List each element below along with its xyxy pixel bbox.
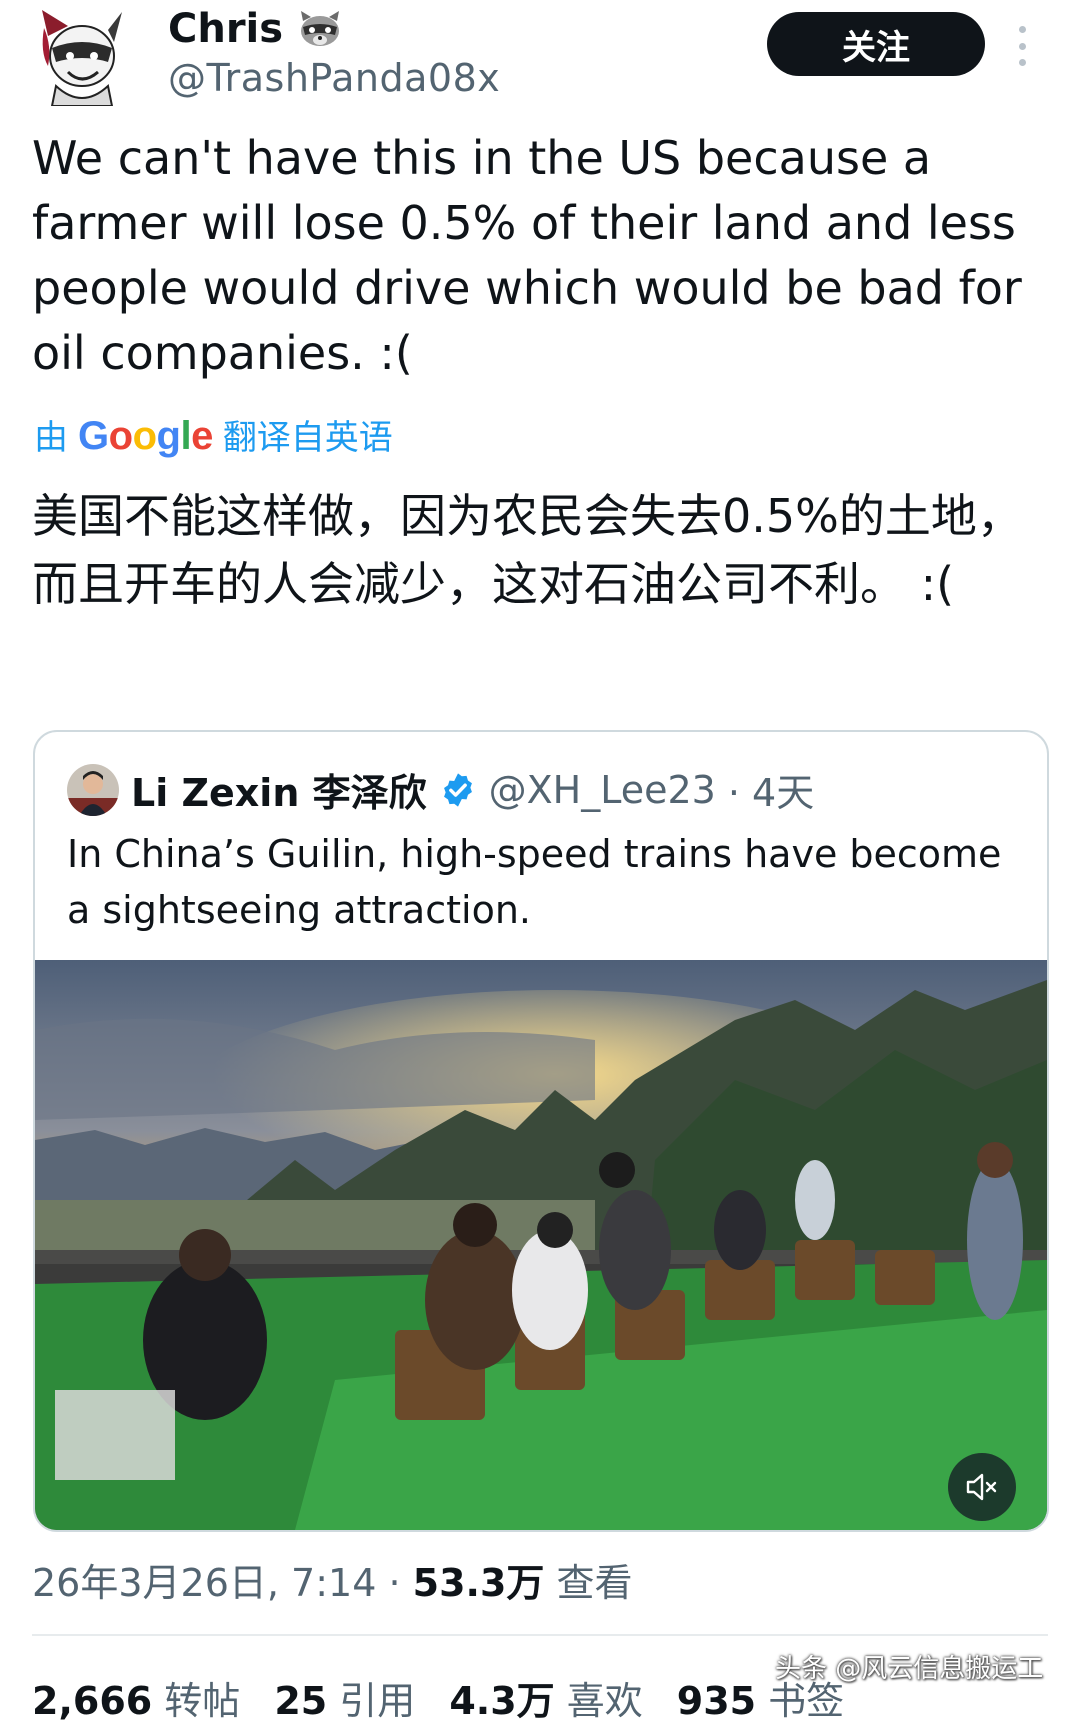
google-logo: Google — [78, 414, 213, 458]
translated-text: 美国不能这样做，因为农民会失去0.5%的土地，而且开车的人会减少，这对石油公司不… — [32, 489, 1023, 611]
quoted-tweet-time: · 4天 — [727, 771, 815, 815]
author-handle[interactable]: @TrashPanda08x — [168, 56, 500, 100]
more-options-icon[interactable] — [1016, 26, 1028, 66]
divider — [32, 1634, 1048, 1636]
author-name[interactable]: Chris — [168, 6, 283, 52]
quoted-tweet-text: In China’s Guilin, high-speed trains hav… — [67, 832, 1002, 932]
author-avatar[interactable] — [38, 6, 124, 107]
translation-suffix: 翻译自英语 — [222, 418, 393, 458]
translation-attribution[interactable]: 由 Google 翻译自英语 — [34, 410, 393, 459]
mute-button[interactable] — [948, 1453, 1016, 1521]
verified-badge-icon — [439, 771, 477, 809]
translation-prefix: 由 — [34, 418, 68, 458]
follow-button[interactable]: 关注 — [767, 12, 985, 76]
speaker-muted-icon — [966, 1473, 997, 1501]
quoted-tweet-card[interactable]: Li Zexin 李泽欣 @XH_Lee23 · 4天 In China’s G… — [33, 730, 1049, 1532]
author-name-row[interactable]: Chris — [168, 6, 343, 52]
quoted-tweet-header: Li Zexin 李泽欣 @XH_Lee23 · 4天 — [67, 762, 814, 817]
views-label: 查看 — [556, 1561, 633, 1605]
watermark: 头条 @风云信息搬运工 — [775, 1654, 1044, 1684]
quoted-author-name[interactable]: Li Zexin 李泽欣 — [131, 762, 427, 817]
tweet-timestamp[interactable]: 26年3月26日, 7:14 · — [32, 1561, 401, 1605]
tweet-meta: 26年3月26日, 7:14 · 53.3万 查看 — [32, 1552, 633, 1607]
raccoon-icon — [297, 11, 343, 47]
engagement-stats: 2,666 转帖 25 引用 4.3万 喜欢 935 书签 — [32, 1670, 844, 1725]
stat-quotes[interactable]: 25 引用 — [274, 1670, 415, 1725]
quoted-author-handle[interactable]: @XH_Lee23 — [489, 768, 716, 812]
quoted-author-avatar[interactable] — [67, 763, 119, 816]
stat-reposts[interactable]: 2,666 转帖 — [32, 1670, 240, 1725]
views-count: 53.3万 — [412, 1561, 545, 1605]
tweet-text: We can't have this in the US because a f… — [32, 131, 1022, 380]
quoted-tweet-video[interactable] — [35, 960, 1047, 1530]
stat-likes[interactable]: 4.3万 喜欢 — [449, 1670, 642, 1725]
